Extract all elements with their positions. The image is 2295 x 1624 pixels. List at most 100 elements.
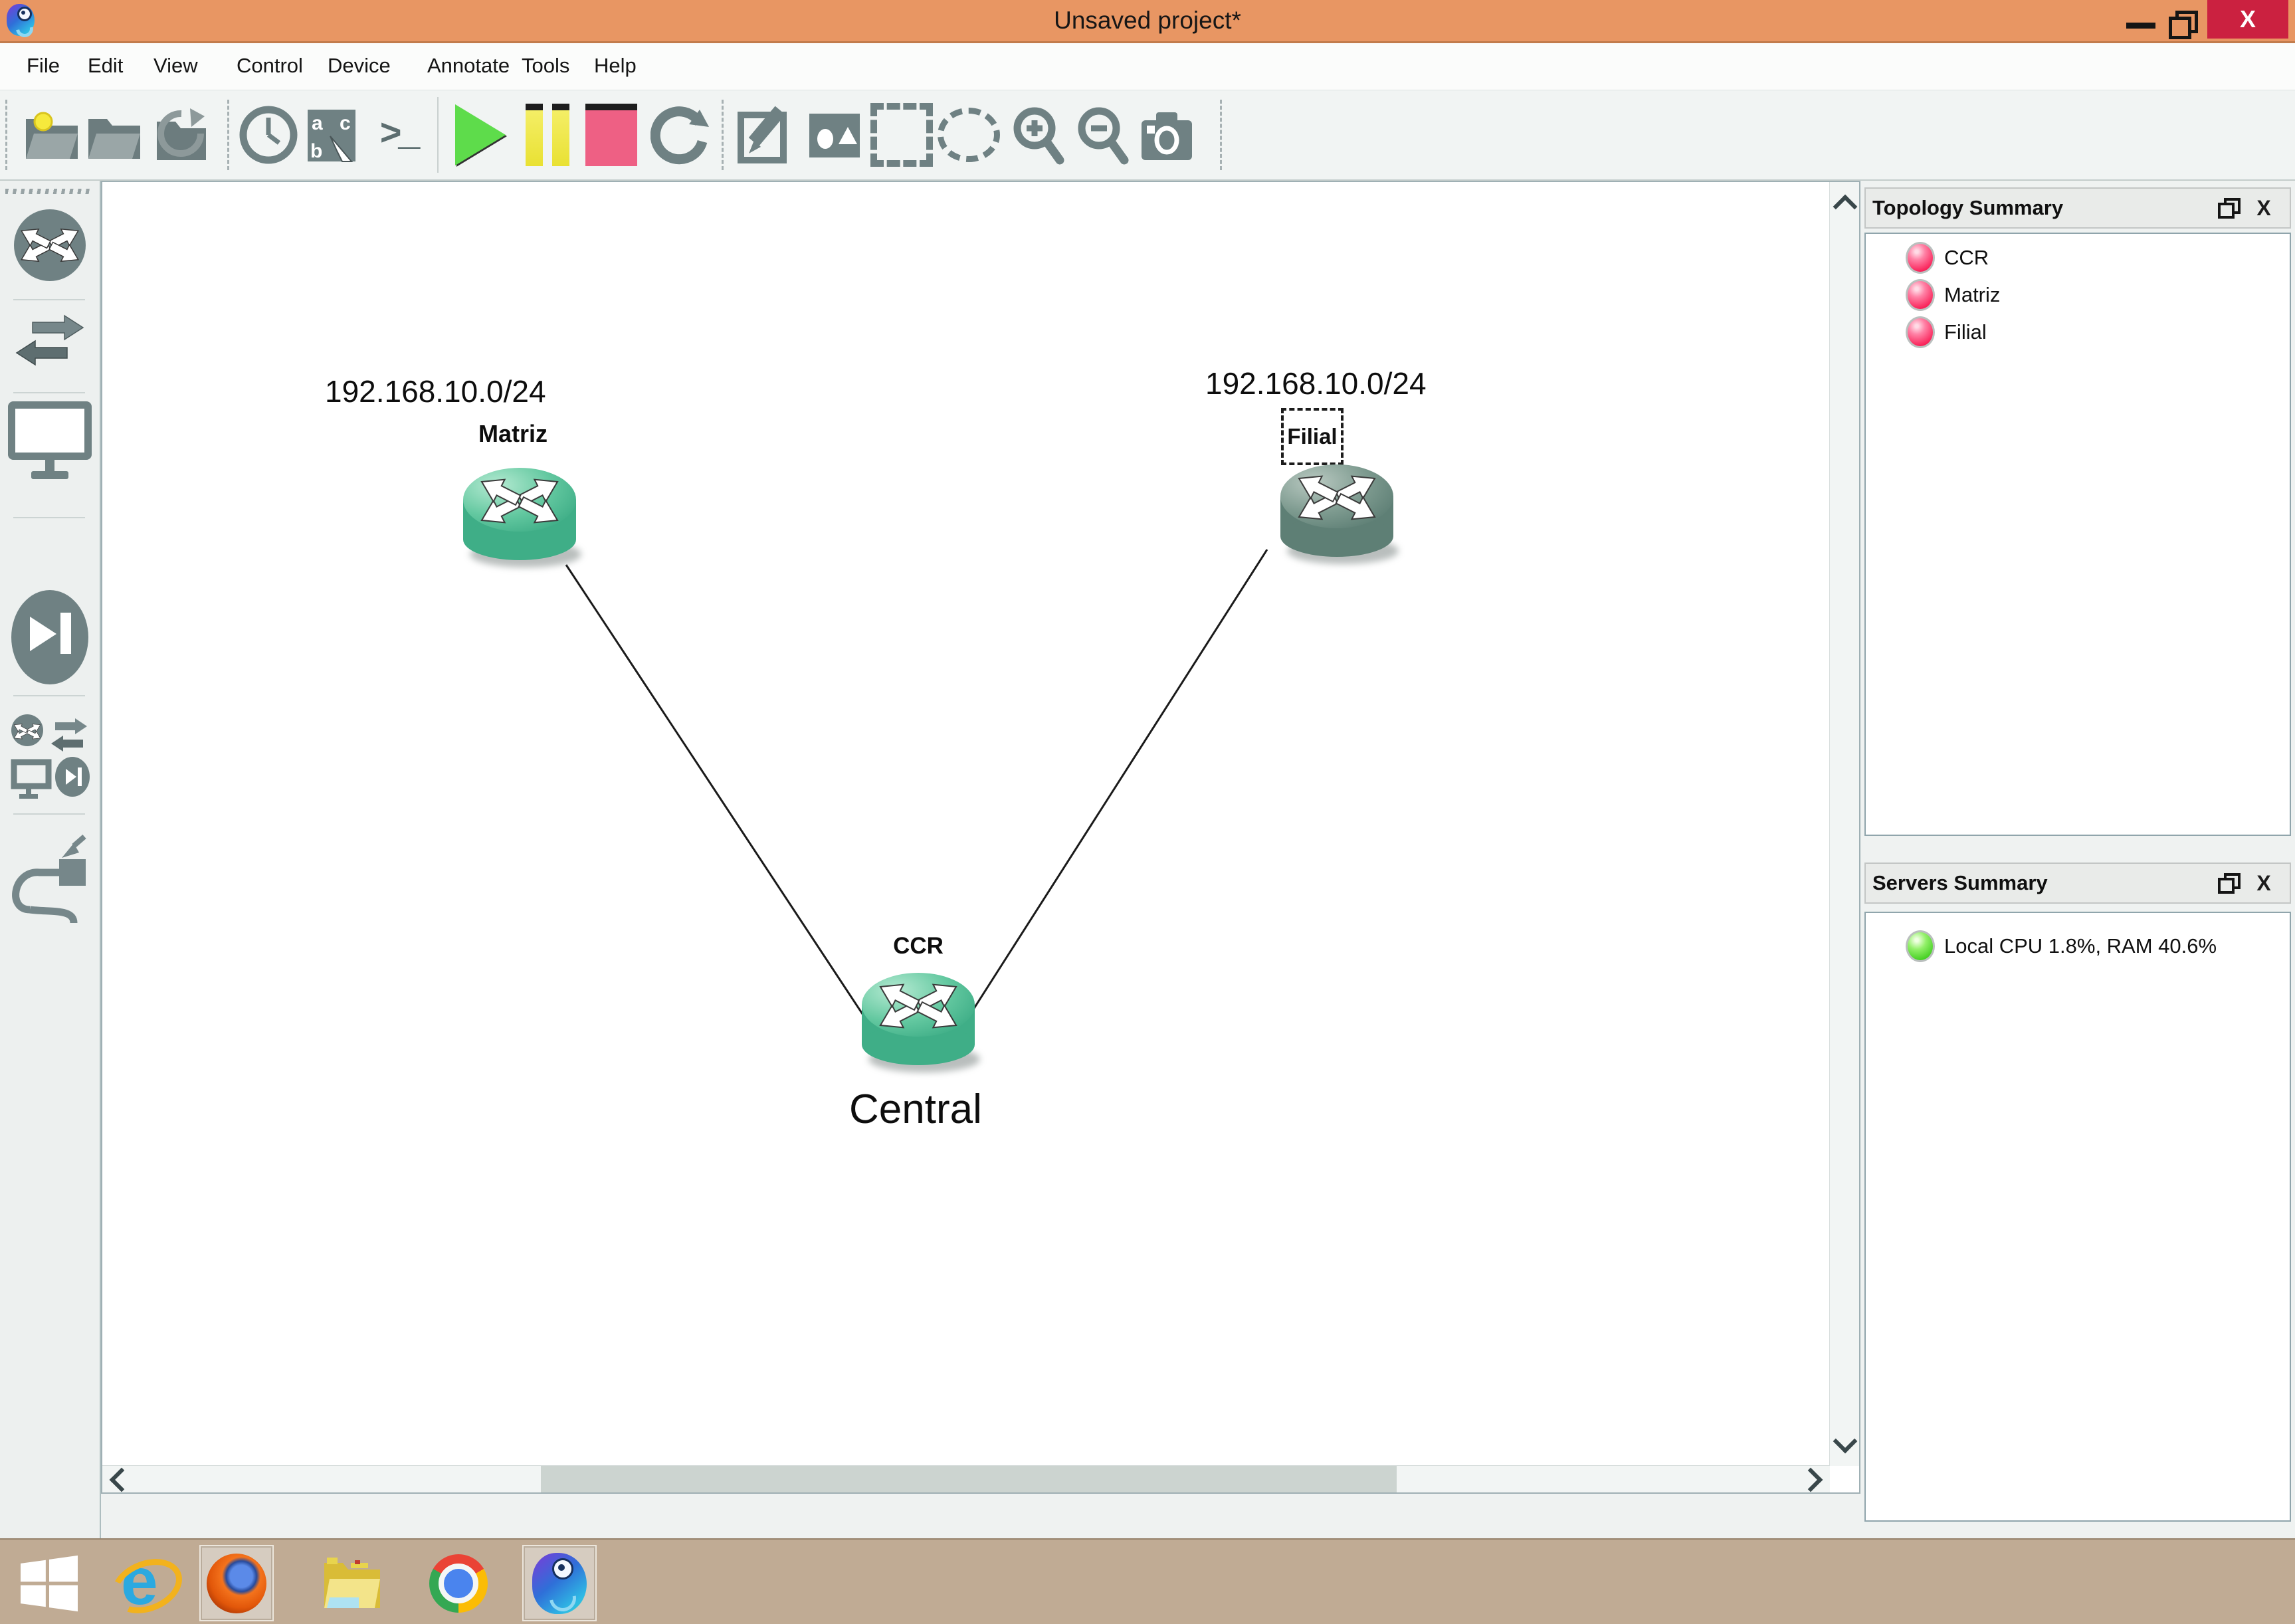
topology-canvas[interactable]: 192.168.10.0/24 192.168.10.0/24 Matriz F… [101,181,1860,1494]
menu-control[interactable]: Control [237,54,303,78]
new-project-button[interactable] [20,102,82,167]
scroll-down-arrow[interactable] [1833,1429,1858,1454]
float-panel-icon[interactable] [2218,198,2241,219]
close-panel-icon[interactable]: X [2252,197,2275,219]
browse-routers-button[interactable] [0,209,100,282]
topology-item-ccr[interactable]: CCR [1866,239,1989,276]
server-item-label: Local CPU 1.8%, RAM 40.6% [1944,934,2217,958]
router-matriz[interactable] [463,466,576,567]
net-label-left[interactable]: 192.168.10.0/24 [325,373,546,409]
servers-summary-title: Servers Summary [1872,871,2048,894]
title-bar: Unsaved project* X [0,0,2295,43]
scroll-right-arrow[interactable] [1799,1468,1823,1492]
menu-help[interactable]: Help [594,54,637,78]
close-button[interactable]: X [2207,0,2288,39]
status-led-icon [1906,242,1935,274]
show-interface-labels-button[interactable]: a c b [300,102,363,167]
chrome-icon[interactable] [421,1545,496,1621]
status-led-icon [1906,930,1935,962]
toolbar-handle [227,100,229,170]
annotation-central[interactable]: Central [849,1086,982,1133]
browse-end-devices-button[interactable] [0,404,100,484]
node-label-filial[interactable]: Filial [1281,408,1344,465]
menu-annotate[interactable]: Annotate [427,54,510,78]
servers-summary-panel: Local CPU 1.8%, RAM 40.6% [1864,912,2291,1522]
sidebar-separator [13,695,85,696]
topology-item-matriz[interactable]: Matriz [1866,276,2000,314]
firefox-icon[interactable] [199,1545,274,1621]
topology-summary-panel: CCR Matriz Filial [1864,233,2291,836]
suspend-button[interactable] [516,102,579,167]
draw-rectangle-button[interactable] [870,102,933,167]
menu-tools[interactable]: Tools [522,54,569,78]
scroll-up-arrow[interactable] [1833,195,1858,219]
menu-edit[interactable]: Edit [88,54,123,78]
topology-item-label: Filial [1944,320,1987,344]
browse-switches-button[interactable] [0,311,100,371]
topology-item-label: Matriz [1944,283,2000,307]
sidebar-separator [13,813,85,815]
browse-security-devices-button[interactable] [0,587,100,687]
close-panel-icon[interactable]: X [2252,872,2275,894]
svg-text:c: c [340,112,351,134]
internet-explorer-icon[interactable]: e [105,1545,179,1621]
node-label-filial-text: Filial [1287,424,1337,449]
server-item-local[interactable]: Local CPU 1.8%, RAM 40.6% [1866,928,2217,965]
toolbar-separator [437,97,439,173]
router-ccr[interactable] [862,971,975,1072]
sidebar-separator [13,517,85,518]
horizontal-scroll-thumb[interactable] [541,1466,1397,1492]
toolbar-handle [722,100,724,170]
gns3-taskbar-icon[interactable] [522,1545,597,1621]
servers-summary-header[interactable]: Servers Summary X [1864,863,2291,904]
topology-summary-title: Topology Summary [1872,196,2063,219]
svg-text:a: a [312,112,323,134]
draw-ellipse-button[interactable] [938,102,1000,167]
minimize-button[interactable] [2126,23,2155,29]
insert-picture-button[interactable] [803,102,866,167]
zoom-in-button[interactable] [1007,102,1070,167]
browse-all-devices-button[interactable] [0,707,100,807]
sidebar-handle [5,189,90,194]
svg-text:b: b [310,140,322,162]
open-project-button[interactable] [82,102,145,167]
router-filial[interactable] [1280,463,1393,564]
window-title: Unsaved project* [0,7,2295,35]
topology-item-label: CCR [1944,246,1989,270]
snapshot-button[interactable] [237,102,300,167]
console-connect-button[interactable]: >_ [367,102,429,167]
restore-button[interactable] [2169,11,2195,35]
float-panel-icon[interactable] [2218,873,2241,894]
status-led-icon [1906,279,1935,311]
toolbar-handle [1220,100,1222,170]
net-label-right[interactable]: 192.168.10.0/24 [1205,365,1427,401]
menu-file[interactable]: File [27,54,60,78]
start-button[interactable] [12,1545,86,1621]
topology-item-filial[interactable]: Filial [1866,314,1987,351]
status-led-icon [1906,316,1935,348]
sidebar-separator [13,392,85,393]
menu-view[interactable]: View [153,54,198,78]
menu-bar: File Edit View Control Device Annotate T… [0,43,2295,90]
start-button[interactable] [449,102,512,167]
toolbar: a c b >_ [0,90,2295,181]
toolbar-handle [5,100,7,170]
screenshot-button[interactable] [1136,102,1198,167]
reload-button[interactable] [650,102,712,167]
horizontal-scrollbar[interactable] [102,1465,1830,1492]
node-label-matriz[interactable]: Matriz [463,420,563,448]
windows-taskbar: e [0,1538,2295,1624]
zoom-out-button[interactable] [1072,102,1134,167]
screen: Unsaved project* X File Edit View Contro… [0,0,2295,1624]
add-note-button[interactable] [734,102,796,167]
stop-button[interactable] [580,102,643,167]
save-project-button[interactable] [150,102,212,167]
device-sidebar [0,181,101,1538]
file-explorer-icon[interactable] [315,1545,389,1621]
menu-device[interactable]: Device [328,54,391,78]
add-link-button[interactable] [0,827,100,933]
node-label-ccr[interactable]: CCR [865,933,971,960]
topology-summary-header[interactable]: Topology Summary X [1864,187,2291,229]
vertical-scrollbar[interactable] [1829,182,1859,1466]
scroll-left-arrow[interactable] [110,1468,134,1492]
